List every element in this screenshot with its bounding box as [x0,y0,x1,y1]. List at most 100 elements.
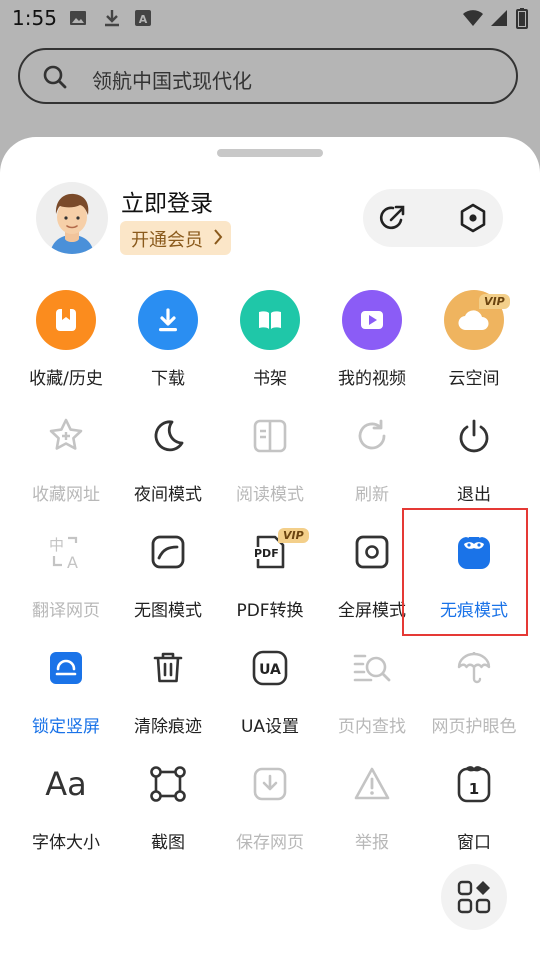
menu-item-exit[interactable]: 退出 [422,406,526,516]
reader-icon [253,419,287,453]
download-icon [159,308,177,332]
menu-item-download[interactable]: 下载 [116,290,220,400]
menu-item-label: 收藏/历史 [29,369,103,389]
svg-text:A: A [139,13,148,26]
menu-item-label: 保存网页 [236,833,304,853]
search-bar[interactable]: 领航中国式现代化 [18,48,518,104]
ua-icon: UA [252,650,288,686]
lock-orientation-icon [50,652,82,684]
menu-item-pdf-convert[interactable]: PDF VIP PDF转换 [218,522,322,632]
menu-item-reader-mode[interactable]: 阅读模式 [218,406,322,516]
save-page-icon [253,767,287,801]
svg-text:UA: UA [259,662,281,678]
menu-sheet: 立即登录 开通会员 收藏/历史 下载 书架 我的视频 VIP 云空间 收藏网址 … [0,137,540,960]
menu-item-label: 举报 [355,833,389,853]
customize-menu-button[interactable] [441,864,507,930]
menu-item-ua-settings[interactable]: UA UA设置 [218,638,322,748]
menu-item-label: 清除痕迹 [134,717,202,737]
menu-item-screenshot[interactable]: 截图 [116,754,220,864]
report-icon [354,767,390,800]
status-bar: 1:55 A [0,0,540,36]
menu-item-report[interactable]: 举报 [320,754,424,864]
download-icon [105,10,119,27]
image-icon [70,11,86,25]
menu-item-no-image-mode[interactable]: 无图模式 [116,522,220,632]
vip-label: 开通会员 [131,230,203,251]
text-a-icon: A [135,10,151,26]
no-image-icon [151,535,185,569]
wifi-icon [463,10,483,26]
book-icon [259,311,281,329]
chevron-right-icon [214,229,223,245]
menu-item-refresh[interactable]: 刷新 [320,406,424,516]
share-icon[interactable] [377,202,409,234]
menu-item-label: 网页护眼色 [431,717,517,737]
battery-icon [516,8,528,29]
menu-item-label: 阅读模式 [236,485,304,505]
trash-icon [153,652,183,683]
menu-item-label: 我的视频 [338,369,406,389]
search-query: 领航中国式现代化 [92,69,252,93]
menu-item-label: 退出 [457,485,491,505]
menu-item-my-videos[interactable]: 我的视频 [320,290,424,400]
svg-text:中: 中 [49,536,64,554]
menu-item-night-mode[interactable]: 夜间模式 [116,406,220,516]
menu-item-bookmark-site[interactable]: 收藏网址 [14,406,118,516]
menu-item-label: 夜间模式 [134,485,202,505]
search-icon [43,65,67,89]
menu-item-label: 翻译网页 [32,601,100,621]
menu-item-label: 云空间 [448,369,500,389]
menu-item-label: 页内查找 [338,717,406,737]
umbrella-icon [457,652,491,684]
vip-badge: VIP [278,528,309,543]
power-icon [459,419,489,453]
menu-item-label: 下载 [151,369,185,389]
open-vip-button[interactable]: 开通会员 [120,221,231,255]
menu-item-lock-portrait[interactable]: 锁定竖屏 [14,638,118,748]
svg-text:Aa: Aa [45,765,87,803]
svg-text:PDF: PDF [254,547,279,560]
fullscreen-icon [355,535,389,569]
signal-icon [491,10,507,26]
menu-item-label: 收藏网址 [32,485,100,505]
menu-item-label: UA设置 [240,717,300,737]
moon-icon [154,420,184,452]
avatar[interactable] [36,182,108,254]
star-add-icon [49,418,83,450]
menu-item-favorites-history[interactable]: 收藏/历史 [14,290,118,400]
menu-item-clear-traces[interactable]: 清除痕迹 [116,638,220,748]
svg-text:A: A [67,553,78,572]
menu-item-font-size[interactable]: Aa 字体大小 [14,754,118,864]
menu-item-label: 无图模式 [134,601,202,621]
vip-badge: VIP [479,294,510,309]
profile-actions [363,189,503,247]
menu-item-label: 窗口 [457,833,491,853]
refresh-icon [358,419,386,450]
menu-item-label: 书架 [253,369,287,389]
menu-item-translate[interactable]: 中 A 翻译网页 [14,522,118,632]
font-size-icon: Aa [45,765,87,803]
menu-item-label: PDF转换 [236,601,304,621]
status-time: 1:55 [12,6,57,30]
menu-item-save-page[interactable]: 保存网页 [218,754,322,864]
menu-item-label: 截图 [151,833,185,853]
highlight-box [402,508,528,636]
customize-grid-icon [457,880,491,914]
menu-item-window[interactable]: 1 窗口 [422,754,526,864]
screenshot-icon [150,766,186,802]
drag-handle[interactable] [217,149,323,157]
login-label[interactable]: 立即登录 [121,184,213,218]
menu-item-cloud-space[interactable]: VIP 云空间 [422,290,526,400]
settings-icon[interactable] [457,202,489,234]
menu-item-find-in-page[interactable]: 页内查找 [320,638,424,748]
menu-item-bookshelf[interactable]: 书架 [218,290,322,400]
avatar-icon [50,193,94,254]
translate-icon: 中 A [49,536,78,572]
video-icon [361,311,383,329]
window-icon: 1 [457,766,491,803]
menu-item-label: 字体大小 [32,833,100,853]
menu-item-eye-protection[interactable]: 网页护眼色 [422,638,526,748]
cloud-icon [458,310,489,331]
menu-item-label: 锁定竖屏 [32,717,100,737]
bookmark-icon [56,309,76,331]
